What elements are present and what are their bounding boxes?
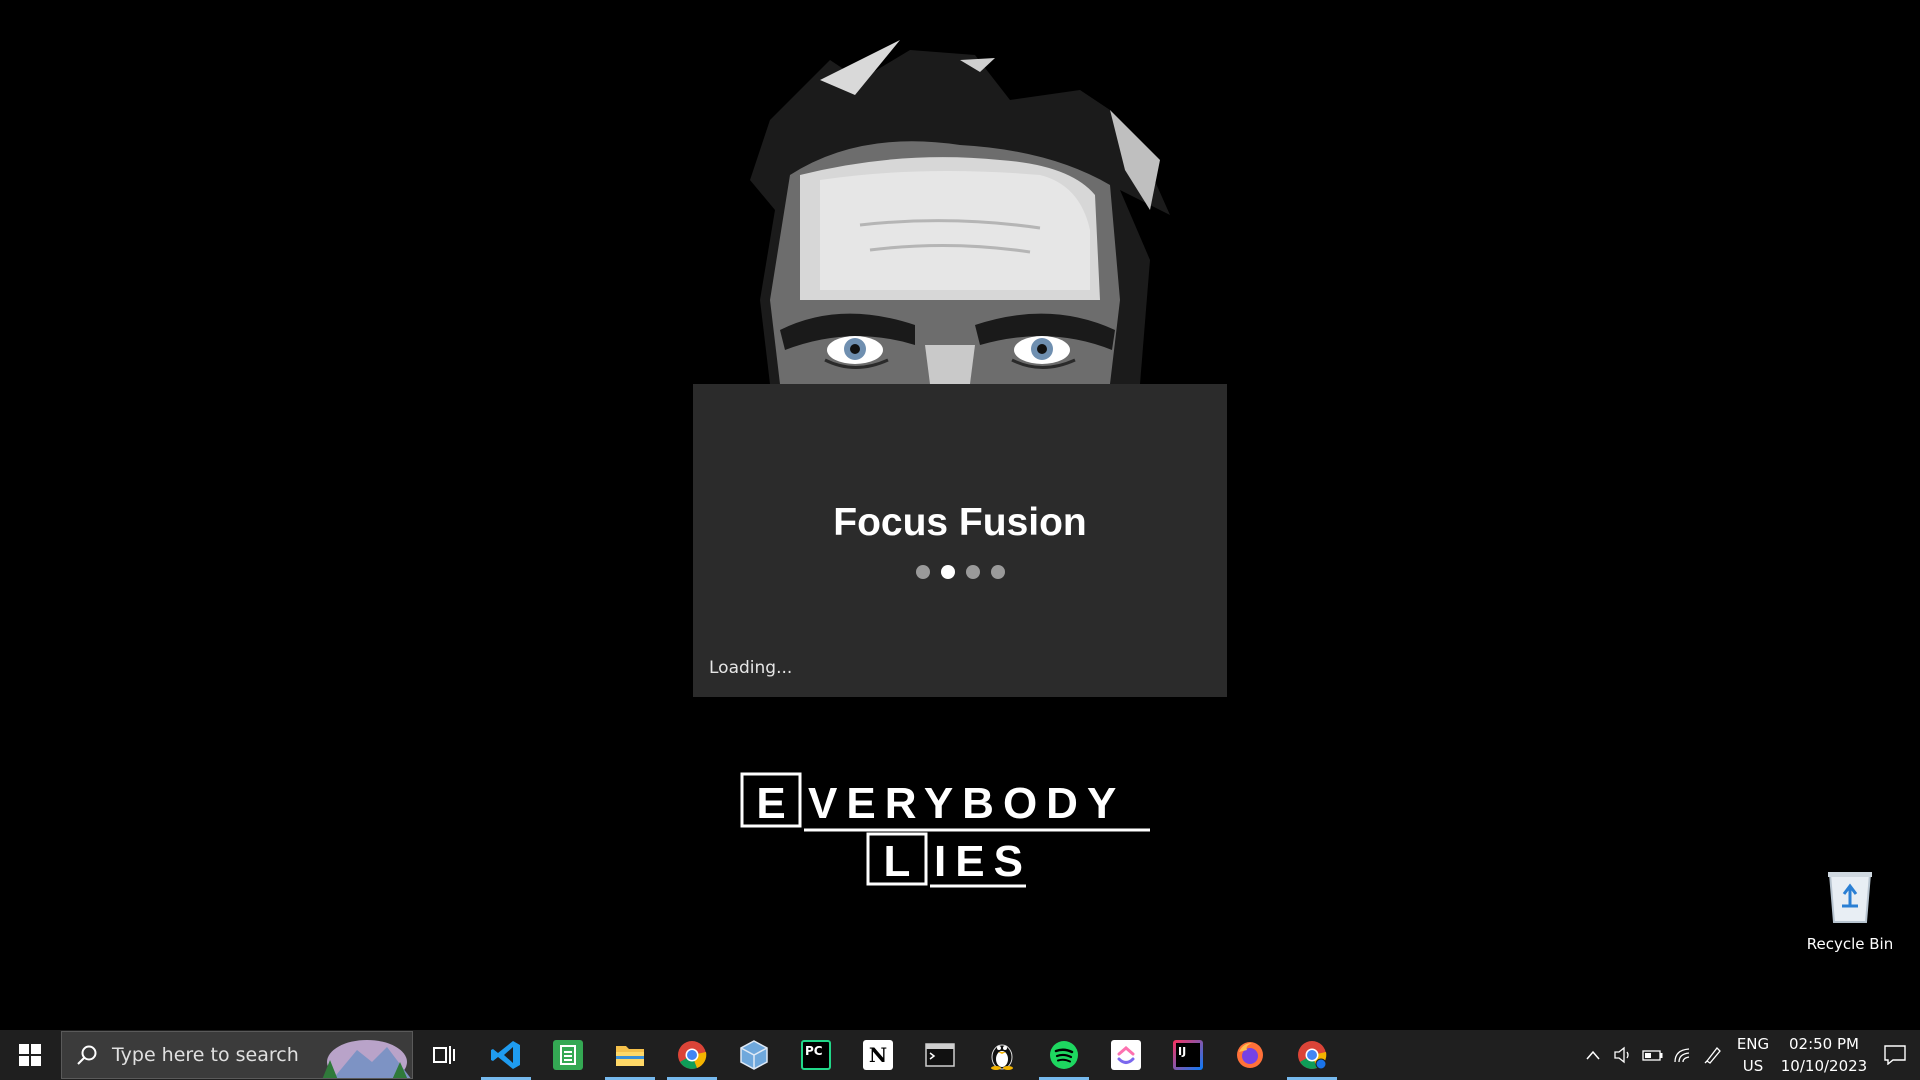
action-center-button[interactable] — [1870, 1030, 1920, 1080]
vscode-icon — [491, 1041, 520, 1069]
folder-icon — [616, 1046, 644, 1066]
loading-dot — [990, 565, 1005, 579]
taskbar-app-file-explorer[interactable] — [599, 1030, 661, 1080]
volume-button[interactable] — [1608, 1030, 1638, 1080]
taskbar: Type here to search PC N IJ ENG US 02:50… — [0, 1030, 1920, 1080]
clock-date: 10/10/2023 — [1780, 1057, 1868, 1075]
taskbar-app-chrome[interactable] — [661, 1030, 723, 1080]
system-tray: ENG US 02:50 PM 10/10/2023 — [1578, 1030, 1920, 1080]
battery-icon — [1642, 1050, 1663, 1061]
recycle-bin-icon — [1828, 872, 1872, 923]
svg-text:E: E — [756, 779, 785, 828]
loading-dots — [693, 565, 1227, 579]
splash-title: Focus Fusion — [833, 501, 1087, 544]
taskbar-app-spotify[interactable] — [1033, 1030, 1095, 1080]
clickup-icon — [1111, 1040, 1141, 1070]
windows-logo-icon — [19, 1044, 41, 1066]
notion-icon: N — [863, 1040, 893, 1070]
chevron-up-icon — [1586, 1050, 1600, 1060]
taskbar-app-chrome-profile[interactable] — [1281, 1030, 1343, 1080]
wifi-icon — [1674, 1048, 1690, 1063]
spotify-icon — [1050, 1041, 1078, 1069]
start-button[interactable] — [0, 1030, 60, 1080]
terminal-icon — [925, 1043, 955, 1067]
speaker-icon — [1614, 1046, 1629, 1064]
taskbar-app-clickup[interactable] — [1095, 1030, 1157, 1080]
search-placeholder: Type here to search — [112, 1044, 299, 1066]
svg-text:VERYBODY: VERYBODY — [808, 779, 1125, 828]
chrome-profile-icon — [1298, 1041, 1327, 1070]
splash-dialog: Focus Fusion Loading... — [693, 384, 1227, 697]
tux-icon — [991, 1044, 1013, 1070]
recycle-bin[interactable]: Recycle Bin — [1800, 866, 1900, 953]
taskbar-app-terminal[interactable] — [909, 1030, 971, 1080]
taskbar-app-intellij[interactable]: IJ — [1157, 1030, 1219, 1080]
task-view-icon — [433, 1046, 455, 1064]
show-hidden-icons-button[interactable] — [1578, 1030, 1608, 1080]
language-code: ENG — [1736, 1035, 1770, 1053]
search-icon — [77, 1045, 97, 1065]
loading-dot — [965, 565, 980, 579]
loading-status: Loading... — [709, 658, 793, 678]
svg-text:IES: IES — [934, 837, 1032, 886]
notification-icon — [1884, 1045, 1906, 1065]
input-language-indicator[interactable]: ENG US — [1728, 1033, 1778, 1077]
taskbar-app-firefox[interactable] — [1219, 1030, 1281, 1080]
clock[interactable]: 02:50 PM 10/10/2023 — [1778, 1033, 1870, 1077]
taskbar-app-pycharm[interactable]: PC — [785, 1030, 847, 1080]
taskbar-app-sheets[interactable] — [537, 1030, 599, 1080]
taskbar-app-notion[interactable]: N — [847, 1030, 909, 1080]
task-view-button[interactable] — [413, 1030, 475, 1080]
box-icon — [740, 1040, 768, 1070]
keyboard-layout: US — [1742, 1057, 1764, 1075]
loading-dot-active — [940, 565, 955, 579]
taskbar-app-virtualbox[interactable] — [723, 1030, 785, 1080]
taskbar-app-vscode[interactable] — [475, 1030, 537, 1080]
chrome-icon — [678, 1041, 707, 1069]
everybody-lies-logo: E VERYBODY L IES — [740, 772, 1150, 888]
search-highlight-art — [322, 1040, 411, 1078]
taskbar-app-linux[interactable] — [971, 1030, 1033, 1080]
spreadsheet-icon — [553, 1040, 583, 1070]
clock-time: 02:50 PM — [1789, 1035, 1859, 1053]
pycharm-icon: PC — [801, 1040, 831, 1070]
loading-dot — [915, 565, 930, 579]
network-button[interactable] — [1668, 1030, 1698, 1080]
battery-button[interactable] — [1638, 1030, 1668, 1080]
recycle-bin-label: Recycle Bin — [1806, 935, 1894, 953]
intellij-icon: IJ — [1173, 1040, 1203, 1070]
firefox-icon — [1237, 1042, 1263, 1068]
pen-workspace-button[interactable] — [1698, 1030, 1728, 1080]
pen-icon — [1704, 1047, 1721, 1064]
svg-text:L: L — [884, 837, 911, 886]
taskbar-search-box[interactable]: Type here to search — [61, 1031, 413, 1079]
